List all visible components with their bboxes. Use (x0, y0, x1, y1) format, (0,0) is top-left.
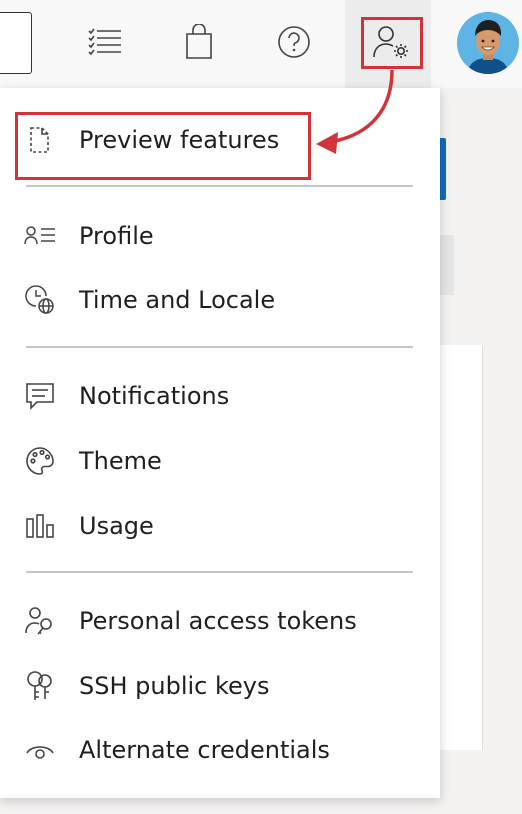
top-bar (0, 0, 522, 88)
usage-chart-icon (24, 510, 56, 542)
ssh-keys-icon (24, 670, 56, 702)
menu-divider (26, 185, 413, 187)
marketplace-bag-icon[interactable] (177, 20, 221, 64)
search-box-edge[interactable] (0, 12, 32, 74)
menu-item-label: Usage (79, 512, 154, 540)
menu-item-personal-access-tokens[interactable]: Personal access tokens (0, 593, 440, 649)
menu-item-profile[interactable]: Profile (0, 208, 440, 264)
help-icon[interactable] (272, 20, 316, 64)
user-settings-menu: Preview features Profile Time and Locale… (0, 88, 440, 798)
menu-item-label: SSH public keys (79, 672, 270, 700)
menu-item-ssh-public-keys[interactable]: SSH public keys (0, 658, 440, 714)
menu-item-alternate-credentials[interactable]: Alternate credentials (0, 722, 440, 778)
avatar[interactable] (457, 12, 519, 74)
work-items-list-icon[interactable] (83, 20, 127, 64)
notifications-icon (24, 380, 56, 412)
menu-item-time-locale[interactable]: Time and Locale (0, 272, 440, 328)
highlight-box-preview-features (15, 112, 311, 180)
menu-item-label: Notifications (79, 382, 230, 410)
profile-icon (24, 220, 56, 252)
menu-item-label: Alternate credentials (79, 736, 330, 764)
menu-item-notifications[interactable]: Notifications (0, 368, 440, 424)
time-locale-icon (24, 284, 56, 316)
menu-item-label: Theme (79, 447, 162, 475)
highlight-box-user-settings (361, 17, 423, 69)
background-card (440, 235, 454, 295)
theme-palette-icon (24, 445, 56, 477)
menu-divider (26, 346, 413, 348)
menu-item-label: Profile (79, 222, 154, 250)
background-card (440, 345, 483, 750)
menu-item-usage[interactable]: Usage (0, 498, 440, 554)
menu-item-theme[interactable]: Theme (0, 433, 440, 489)
alternate-credentials-icon (24, 734, 56, 766)
personal-access-token-icon (24, 605, 56, 637)
menu-item-label: Time and Locale (79, 286, 276, 314)
menu-divider (26, 571, 413, 573)
menu-item-label: Personal access tokens (79, 607, 357, 635)
